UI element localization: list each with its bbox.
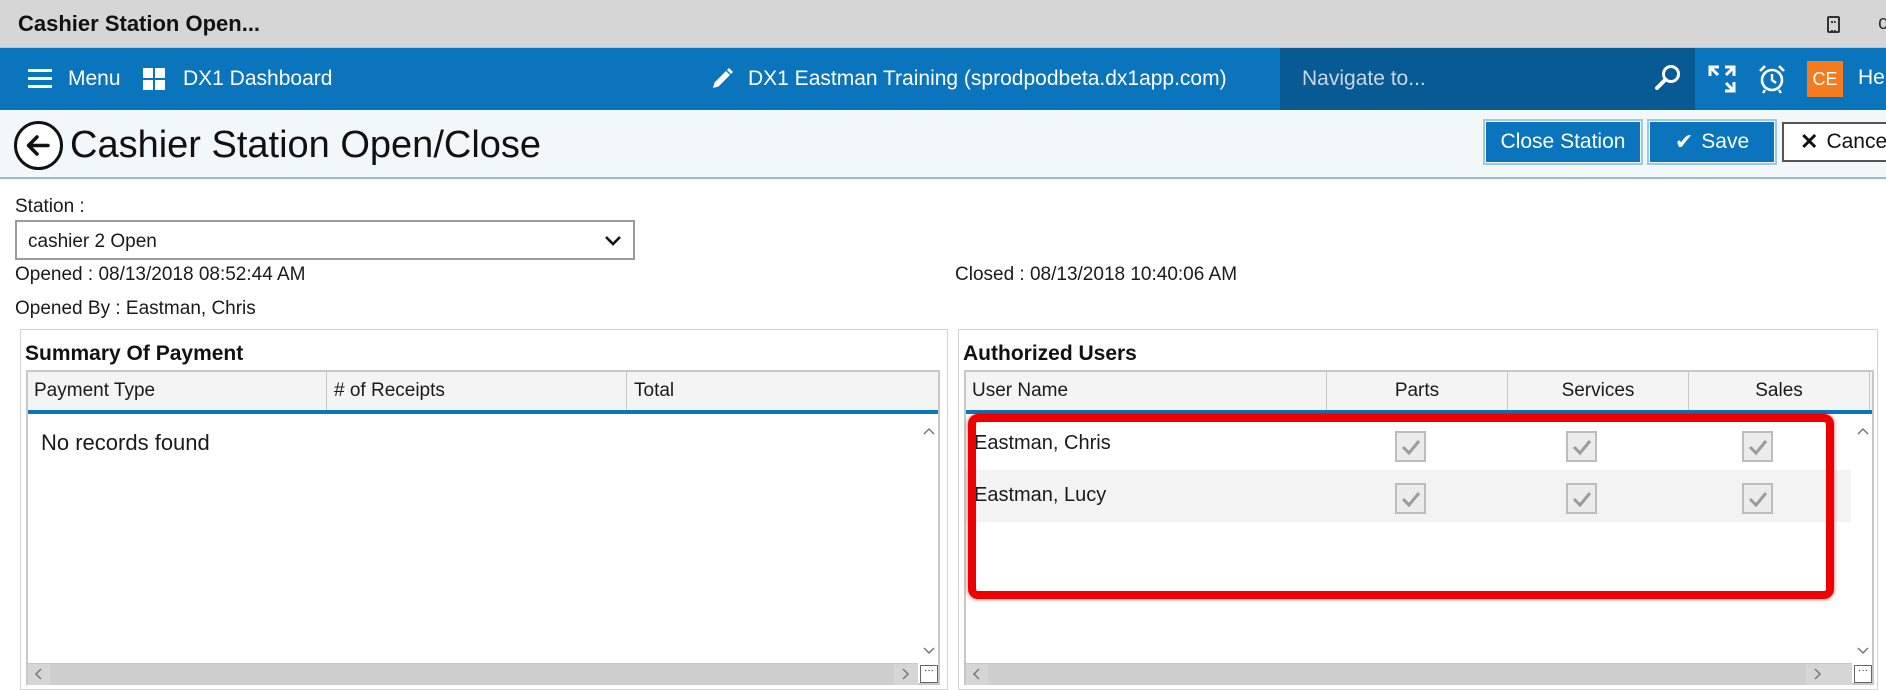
page-title: Cashier Station Open/Close xyxy=(70,124,542,166)
checkmark-icon: ✔ xyxy=(1674,129,1694,154)
grid-options-icon[interactable]: ··· xyxy=(1854,665,1872,683)
chevron-up-icon[interactable] xyxy=(923,426,935,438)
navigate-input[interactable] xyxy=(1302,62,1622,96)
window-title-bar: Cashier Station Open... c xyxy=(0,0,1886,48)
authorized-users-title: Authorized Users xyxy=(963,342,1137,365)
chevron-down-icon xyxy=(605,236,621,246)
chevron-left-icon[interactable] xyxy=(32,667,46,681)
search-icon[interactable] xyxy=(1654,64,1682,92)
empty-message: No records found xyxy=(41,430,210,455)
menu-button[interactable]: Menu xyxy=(28,48,121,110)
window-title: Cashier Station Open... xyxy=(18,11,261,36)
column-header-payment-type[interactable]: Payment Type xyxy=(28,372,327,410)
column-header-receipts[interactable]: # of Receipts xyxy=(327,372,627,410)
alarm-clock-icon[interactable] xyxy=(1757,64,1787,94)
authorized-vertical-scrollbar[interactable] xyxy=(1854,418,1872,663)
top-navbar: Menu DX1 Dashboard DX1 Eastman Training … xyxy=(0,48,1886,110)
hamburger-icon xyxy=(28,69,52,89)
expand-icon[interactable] xyxy=(1707,64,1737,94)
chevron-right-icon[interactable] xyxy=(898,667,912,681)
column-header-sales[interactable]: Sales xyxy=(1689,372,1870,410)
chevron-left-icon[interactable] xyxy=(970,667,984,681)
environment-title-text: DX1 Eastman Training (sprodpodbeta.dx1ap… xyxy=(748,67,1227,90)
save-button[interactable]: ✔ Save xyxy=(1647,119,1777,165)
save-label: Save xyxy=(1701,130,1750,153)
chevron-down-icon[interactable] xyxy=(1857,644,1869,656)
grid-icon xyxy=(143,68,165,90)
chevron-up-icon[interactable] xyxy=(1857,426,1869,438)
page-header: Cashier Station Open/Close Close Station… xyxy=(0,110,1886,179)
summary-scroll-thumb[interactable] xyxy=(50,664,894,685)
closed-timestamp: Closed : 08/13/2018 10:40:06 AM xyxy=(955,264,1238,285)
authorized-horizontal-scrollbar[interactable] xyxy=(966,663,1852,685)
environment-title[interactable]: DX1 Eastman Training (sprodpodbeta.dx1ap… xyxy=(710,48,1227,110)
column-header-total[interactable]: Total xyxy=(627,372,938,410)
dashboard-link[interactable]: DX1 Dashboard xyxy=(143,48,332,110)
calculator-icon[interactable] xyxy=(1827,16,1840,33)
chevron-right-icon[interactable] xyxy=(1810,667,1824,681)
authorized-users-header: User Name Parts Services Sales xyxy=(966,372,1872,414)
summary-grid: Payment Type # of Receipts Total No reco… xyxy=(26,370,940,685)
back-button[interactable] xyxy=(14,121,63,170)
close-station-button[interactable]: Close Station xyxy=(1483,119,1643,165)
help-link[interactable]: Hel xyxy=(1858,66,1886,90)
opened-by: Opened By : Eastman, Chris xyxy=(15,298,256,319)
summary-horizontal-scrollbar[interactable] xyxy=(28,663,918,685)
station-label: Station : xyxy=(15,196,85,217)
column-header-parts[interactable]: Parts xyxy=(1327,372,1508,410)
close-icon: ✕ xyxy=(1800,129,1819,154)
cancel-button[interactable]: ✕ Cancel xyxy=(1782,122,1886,162)
window-edge-text: c xyxy=(1878,12,1886,34)
user-avatar[interactable]: CE xyxy=(1807,61,1843,97)
cancel-label: Cancel xyxy=(1826,130,1886,153)
station-select-value: cashier 2 Open xyxy=(28,231,157,252)
chevron-down-icon[interactable] xyxy=(923,644,935,656)
summary-vertical-scrollbar[interactable] xyxy=(920,418,938,663)
authorized-scroll-thumb[interactable] xyxy=(988,664,1806,685)
summary-panel: Summary Of Payment Payment Type # of Rec… xyxy=(20,329,948,690)
arrow-left-icon xyxy=(26,135,50,156)
close-station-label: Close Station xyxy=(1500,130,1626,153)
column-header-user-name[interactable]: User Name xyxy=(966,372,1327,410)
summary-grid-header: Payment Type # of Receipts Total xyxy=(28,372,938,414)
opened-timestamp: Opened : 08/13/2018 08:52:44 AM xyxy=(15,264,306,285)
navigate-search xyxy=(1280,48,1695,110)
highlight-annotation xyxy=(968,414,1834,599)
column-header-services[interactable]: Services xyxy=(1508,372,1689,410)
station-select[interactable]: cashier 2 Open xyxy=(15,220,635,260)
grid-options-icon[interactable]: ··· xyxy=(920,665,938,683)
pencil-icon xyxy=(713,68,733,88)
menu-label: Menu xyxy=(68,67,121,90)
dashboard-label: DX1 Dashboard xyxy=(183,67,333,90)
summary-title: Summary Of Payment xyxy=(25,342,244,365)
